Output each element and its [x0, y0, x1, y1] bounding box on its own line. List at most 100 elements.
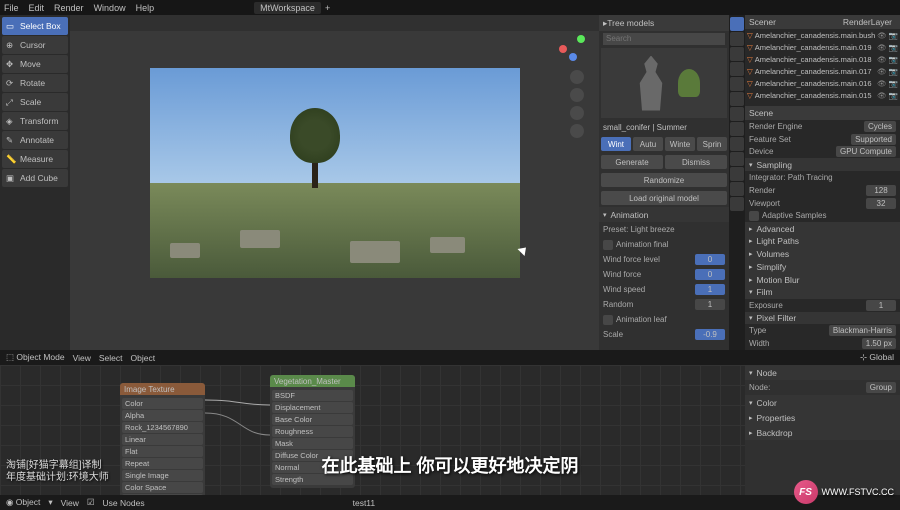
- image-texture-node[interactable]: Image Texture ColorAlphaRock_1234567890L…: [120, 383, 205, 495]
- menu-window[interactable]: Window: [94, 3, 126, 13]
- use-nodes-check[interactable]: Use Nodes: [103, 498, 145, 508]
- viewport-samples[interactable]: 32: [866, 198, 896, 209]
- feature-dropdown[interactable]: Supported: [851, 134, 896, 145]
- outliner-row[interactable]: ▽Amelanchier_canadensis.main.017👁📷: [745, 65, 900, 77]
- color-section[interactable]: Color: [745, 395, 900, 410]
- menu-file[interactable]: File: [4, 3, 19, 13]
- wind-speed-field[interactable]: 1: [695, 284, 725, 295]
- material-tab-icon[interactable]: [730, 182, 744, 196]
- node-socket[interactable]: Linear: [122, 434, 203, 445]
- eye-icon[interactable]: 👁: [877, 55, 887, 64]
- engine-dropdown[interactable]: Cycles: [864, 121, 896, 132]
- object-menu[interactable]: Object: [131, 353, 156, 363]
- season-spring[interactable]: Sprin: [697, 137, 727, 151]
- node-socket[interactable]: Color: [122, 398, 203, 409]
- adaptive-check[interactable]: [749, 211, 759, 221]
- node-section[interactable]: Node: [745, 365, 900, 380]
- season-winter2[interactable]: Winte: [665, 137, 695, 151]
- season-autumn[interactable]: Autu: [633, 137, 663, 151]
- outliner-row[interactable]: ▽Amelanchier_canadensis.main.019👁📷: [745, 41, 900, 53]
- node-socket[interactable]: Rock_1234567890: [122, 422, 203, 433]
- orientation-dropdown[interactable]: ⊹ Global: [860, 352, 894, 363]
- outliner-row[interactable]: ▽Amelanchier_canadensis.main.016👁📷: [745, 77, 900, 89]
- eye-icon[interactable]: 👁: [877, 91, 887, 100]
- scale-field[interactable]: -0.9: [695, 329, 725, 340]
- film-section[interactable]: Film: [745, 286, 900, 299]
- menu-edit[interactable]: Edit: [29, 3, 45, 13]
- perspective-icon[interactable]: [570, 124, 584, 138]
- generate-button[interactable]: Generate: [601, 155, 663, 169]
- simplify-section[interactable]: Simplify: [745, 261, 900, 274]
- eye-icon[interactable]: 👁: [877, 79, 887, 88]
- world-tab-icon[interactable]: [730, 77, 744, 91]
- eye-icon[interactable]: 👁: [877, 67, 887, 76]
- menu-help[interactable]: Help: [136, 3, 155, 13]
- wind-force-field[interactable]: 0: [695, 269, 725, 280]
- mode-dropdown[interactable]: ⬚ Object Mode: [6, 352, 65, 363]
- lightpaths-section[interactable]: Light Paths: [745, 235, 900, 248]
- add-workspace-icon[interactable]: +: [325, 3, 330, 13]
- particle-tab-icon[interactable]: [730, 122, 744, 136]
- backdrop-section[interactable]: Backdrop: [745, 425, 900, 440]
- outliner-row[interactable]: ▽Amelanchier_canadensis.main.018👁📷: [745, 53, 900, 65]
- object-tab-icon[interactable]: [730, 92, 744, 106]
- randomize-button[interactable]: Randomize: [601, 173, 727, 187]
- tool-cursor[interactable]: ⊕Cursor: [2, 36, 68, 54]
- node-header[interactable]: Image Texture: [120, 383, 205, 395]
- outliner[interactable]: ▽Amelanchier_canadensis.main.bush👁📷▽Amel…: [745, 29, 900, 106]
- animation-section[interactable]: Animation: [599, 207, 729, 222]
- output-tab-icon[interactable]: [730, 32, 744, 46]
- tool-measure[interactable]: 📏Measure: [2, 150, 68, 168]
- filter-width-field[interactable]: 1.50 px: [862, 338, 896, 349]
- properties-section[interactable]: Properties: [745, 410, 900, 425]
- tool-select-box[interactable]: ▭Select Box: [2, 17, 68, 35]
- view-menu[interactable]: View: [73, 353, 91, 363]
- zoom-icon[interactable]: [570, 70, 584, 84]
- random-field[interactable]: 1: [695, 299, 725, 310]
- advanced-section[interactable]: Advanced: [745, 222, 900, 235]
- eye-icon[interactable]: 👁: [877, 31, 887, 40]
- render-icon[interactable]: 📷: [889, 31, 898, 40]
- render-icon[interactable]: 📷: [889, 55, 898, 64]
- view-menu-2[interactable]: View: [61, 498, 79, 508]
- tool-rotate[interactable]: ⟳Rotate: [2, 74, 68, 92]
- render-icon[interactable]: 📷: [889, 79, 898, 88]
- eye-icon[interactable]: 👁: [877, 43, 887, 52]
- node-header[interactable]: Vegetation_Master: [270, 375, 355, 387]
- device-dropdown[interactable]: GPU Compute: [836, 146, 896, 157]
- texture-tab-icon[interactable]: [730, 197, 744, 211]
- asset-thumbnail[interactable]: [601, 48, 727, 118]
- anim-leaf-check[interactable]: [603, 315, 613, 325]
- outliner-row[interactable]: ▽Amelanchier_canadensis.main.015👁📷: [745, 89, 900, 101]
- node-socket[interactable]: Color Space: [122, 482, 203, 493]
- render-icon[interactable]: 📷: [889, 91, 898, 100]
- nav-gizmo[interactable]: [559, 35, 587, 63]
- tool-move[interactable]: ✥Move: [2, 55, 68, 73]
- node-group-field[interactable]: Group: [866, 382, 896, 393]
- wind-level-field[interactable]: 0: [695, 254, 725, 265]
- scene-dropdown[interactable]: Scene: [749, 108, 773, 118]
- tool-scale[interactable]: ⤢Scale: [2, 93, 68, 111]
- viewport-3d[interactable]: [70, 15, 599, 350]
- render-icon[interactable]: 📷: [889, 43, 898, 52]
- sampling-section[interactable]: Sampling: [745, 158, 900, 171]
- tool-transform[interactable]: ◈Transform: [2, 112, 68, 130]
- exposure-field[interactable]: 1: [866, 300, 896, 311]
- render-samples[interactable]: 128: [866, 185, 896, 196]
- node-socket[interactable]: Vector: [122, 494, 203, 495]
- scene-tab-icon[interactable]: [730, 62, 744, 76]
- node-socket[interactable]: BSDF: [272, 390, 353, 401]
- season-winter[interactable]: Wint: [601, 137, 631, 151]
- asset-search[interactable]: [603, 33, 725, 45]
- layer-dropdown[interactable]: RenderLayer: [839, 17, 896, 27]
- physics-tab-icon[interactable]: [730, 137, 744, 151]
- node-socket[interactable]: Displacement: [272, 402, 353, 413]
- render-tab-icon[interactable]: [730, 17, 744, 31]
- modifier-tab-icon[interactable]: [730, 107, 744, 121]
- material-name[interactable]: test11: [353, 498, 376, 508]
- anim-final-check[interactable]: [603, 240, 613, 250]
- tool-annotate[interactable]: ✎Annotate: [2, 131, 68, 149]
- camera-icon[interactable]: [570, 106, 584, 120]
- pan-icon[interactable]: [570, 88, 584, 102]
- pixel-filter-section[interactable]: Pixel Filter: [745, 312, 900, 325]
